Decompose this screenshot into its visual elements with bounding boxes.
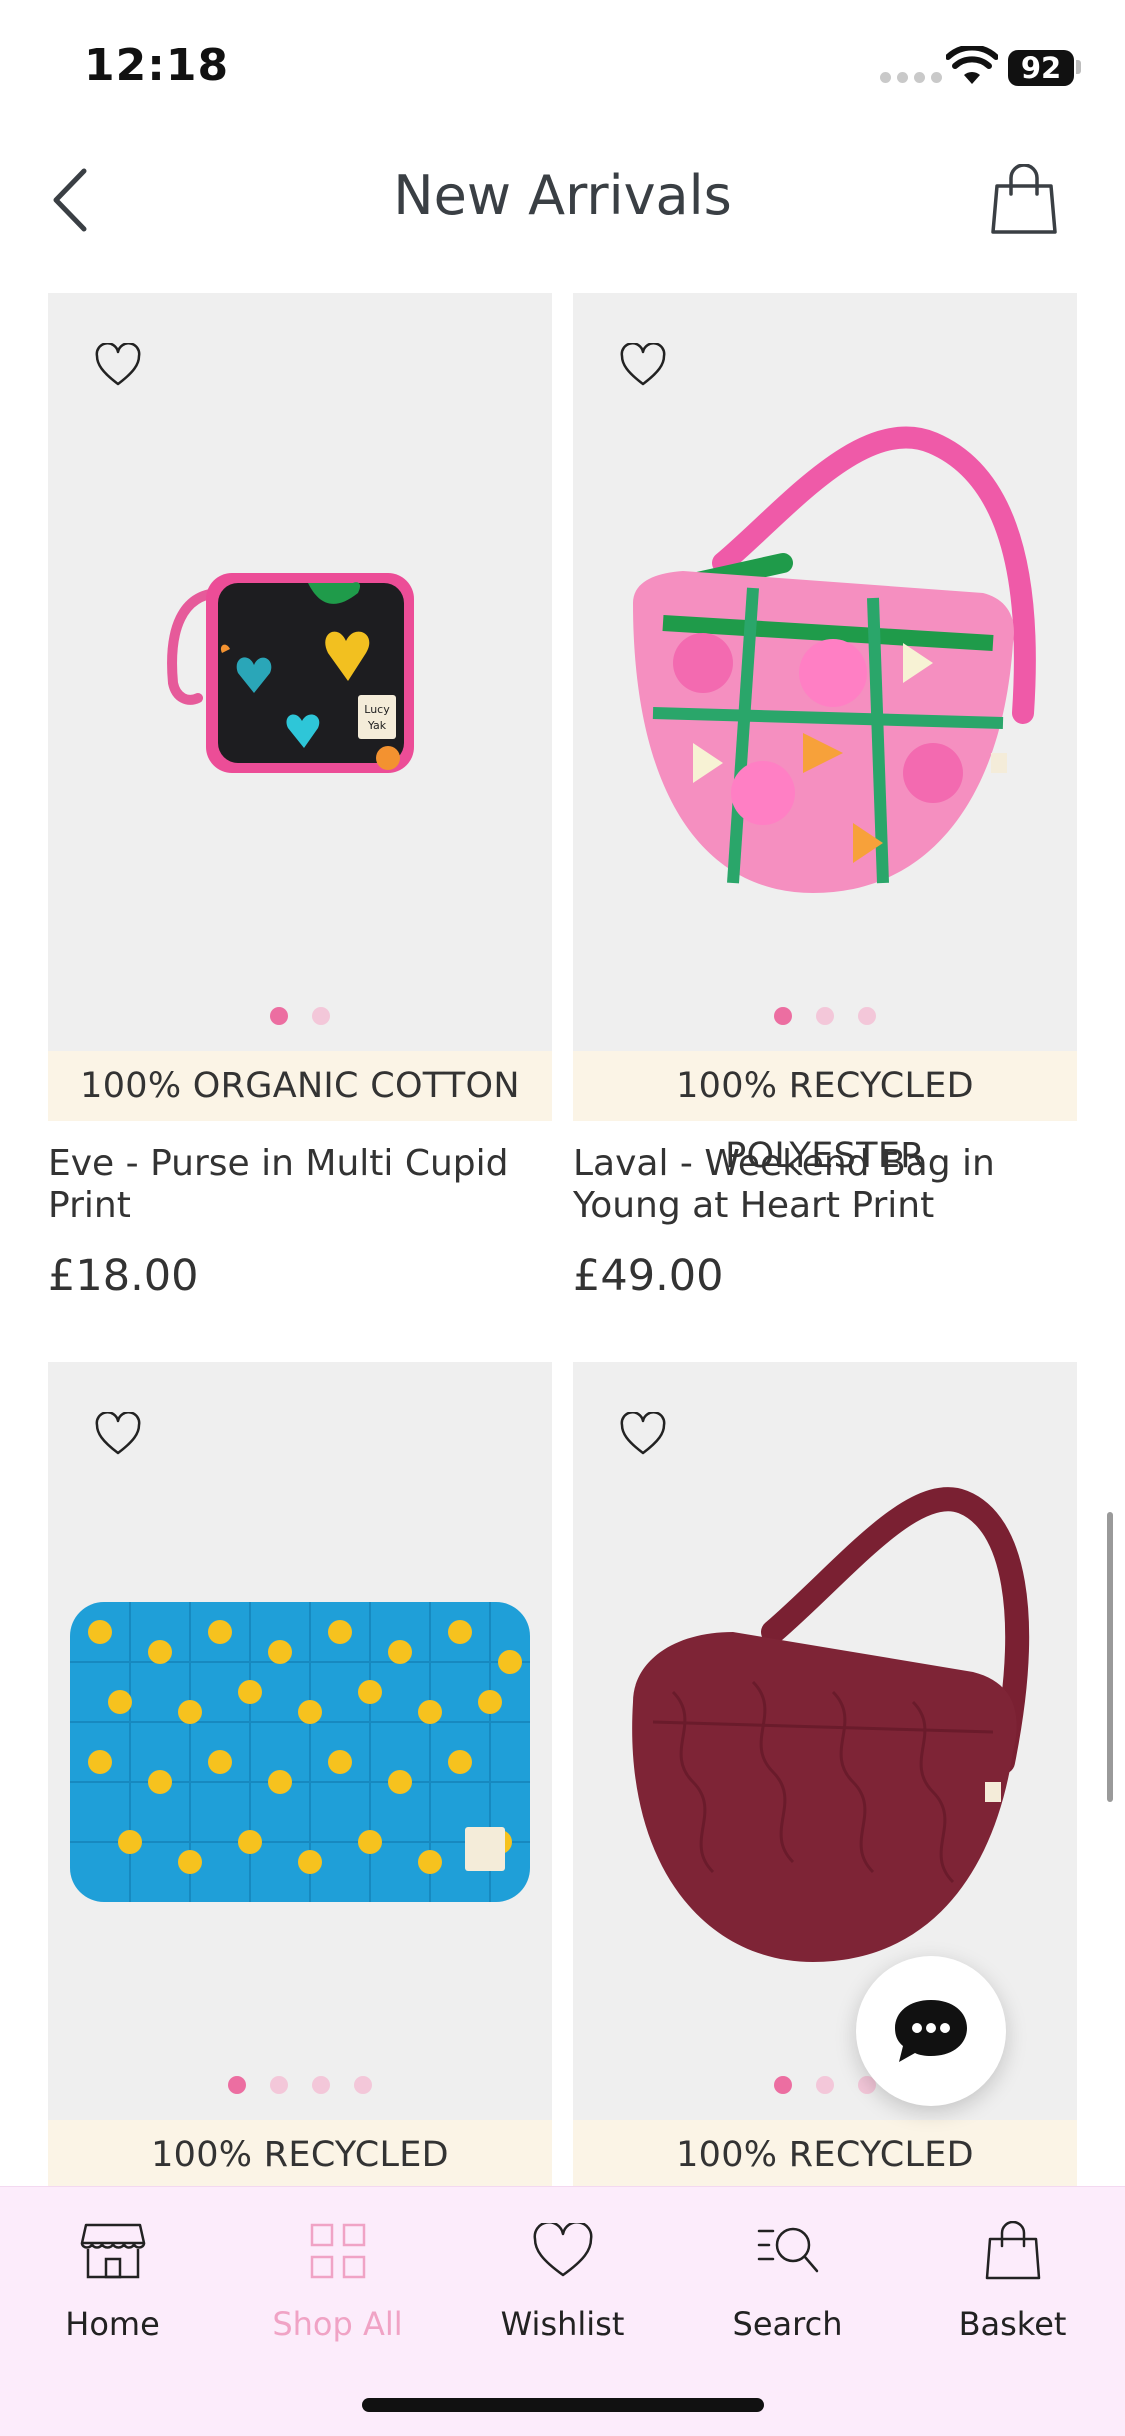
product-card[interactable]: 100% RECYCLED POLYESTER Laval - Weekend … bbox=[573, 293, 1077, 1301]
pagination-dot[interactable] bbox=[354, 2076, 372, 2094]
scrollbar[interactable] bbox=[1107, 1512, 1113, 1802]
material-tag: 100% RECYCLED POLYESTER bbox=[48, 2120, 552, 2245]
grid-icon bbox=[310, 2223, 365, 2279]
wishlist-heart-icon[interactable] bbox=[94, 343, 142, 387]
tab-search[interactable]: Search bbox=[675, 2211, 900, 2343]
tab-wishlist[interactable]: Wishlist bbox=[450, 2211, 675, 2343]
product-card[interactable]: 100% RECYCLED POLYESTER bbox=[573, 1362, 1077, 2245]
pagination-dot[interactable] bbox=[816, 1007, 834, 1025]
pagination-dot[interactable] bbox=[774, 2076, 792, 2094]
search-icon bbox=[757, 2227, 818, 2273]
page-title: New Arrivals bbox=[393, 164, 732, 227]
tab-label: Search bbox=[732, 2305, 843, 2343]
product-name[interactable]: Eve - Purse in Multi Cupid Print bbox=[48, 1143, 552, 1227]
home-indicator[interactable] bbox=[362, 2398, 764, 2412]
store-icon bbox=[80, 2223, 145, 2279]
laptop-sleeve-illustration bbox=[70, 1602, 530, 1902]
material-tag: 100% ORGANIC COTTON bbox=[48, 1051, 552, 1121]
pagination-dot[interactable] bbox=[270, 1007, 288, 1025]
chat-bubble-icon bbox=[895, 2000, 967, 2062]
status-time: 12:18 bbox=[84, 40, 230, 91]
pagination-dot[interactable] bbox=[858, 1007, 876, 1025]
product-card[interactable]: Lucy Yak 100% ORGANIC COTTON Eve - Purse… bbox=[48, 293, 552, 1301]
pagination-dot[interactable] bbox=[312, 2076, 330, 2094]
image-pagination-dots[interactable] bbox=[48, 1007, 552, 1025]
product-image[interactable] bbox=[48, 1362, 552, 2120]
image-pagination-dots[interactable] bbox=[48, 2076, 552, 2094]
tab-label: Home bbox=[65, 2305, 160, 2343]
chat-button[interactable] bbox=[856, 1956, 1006, 2106]
battery-indicator: 92 bbox=[1008, 50, 1074, 86]
tab-basket[interactable]: Basket bbox=[900, 2211, 1125, 2343]
wishlist-heart-icon[interactable] bbox=[619, 343, 667, 387]
product-price: £49.00 bbox=[573, 1251, 724, 1301]
product-image[interactable]: Lucy Yak bbox=[48, 293, 552, 1051]
wifi-icon bbox=[946, 46, 998, 84]
product-name[interactable]: Laval - Weekend Bag in Young at Heart Pr… bbox=[573, 1143, 1077, 1227]
purse-illustration: Lucy Yak bbox=[167, 573, 414, 773]
shopping-bag-icon bbox=[991, 164, 1057, 234]
product-price: £18.00 bbox=[48, 1251, 199, 1301]
pagination-dot[interactable] bbox=[774, 1007, 792, 1025]
wishlist-heart-icon[interactable] bbox=[94, 1412, 142, 1456]
pagination-dot[interactable] bbox=[270, 2076, 288, 2094]
material-tag: 100% RECYCLED POLYESTER bbox=[573, 1051, 1077, 1176]
product-card[interactable]: 100% RECYCLED POLYESTER bbox=[48, 1362, 552, 2245]
basket-button[interactable] bbox=[984, 158, 1064, 242]
battery-nub bbox=[1076, 60, 1081, 74]
material-tag: 100% RECYCLED POLYESTER bbox=[573, 2120, 1077, 2245]
bag-icon bbox=[985, 2221, 1040, 2280]
crossbody-bag-illustration bbox=[632, 1487, 1030, 1962]
image-pagination-dots[interactable] bbox=[573, 1007, 1077, 1025]
nav-header: New Arrivals bbox=[0, 150, 1125, 250]
weekend-bag-illustration bbox=[633, 426, 1036, 893]
tab-shop-all[interactable]: Shop All bbox=[225, 2211, 450, 2343]
tab-home[interactable]: Home bbox=[0, 2211, 225, 2343]
tab-label: Shop All bbox=[272, 2305, 403, 2343]
pagination-dot[interactable] bbox=[228, 2076, 246, 2094]
svg-text:Yak: Yak bbox=[367, 719, 387, 732]
heart-icon bbox=[533, 2223, 592, 2277]
pagination-dot[interactable] bbox=[312, 1007, 330, 1025]
svg-text:Lucy: Lucy bbox=[364, 703, 390, 716]
pagination-dot[interactable] bbox=[816, 2076, 834, 2094]
tab-label: Wishlist bbox=[500, 2305, 625, 2343]
cellular-signal-icon bbox=[880, 72, 942, 83]
tab-label: Basket bbox=[958, 2305, 1067, 2343]
image-pagination-dots[interactable] bbox=[573, 2076, 1077, 2094]
wishlist-heart-icon[interactable] bbox=[619, 1412, 667, 1456]
status-bar: 12:18 92 bbox=[0, 0, 1125, 140]
product-image[interactable] bbox=[573, 293, 1077, 1051]
